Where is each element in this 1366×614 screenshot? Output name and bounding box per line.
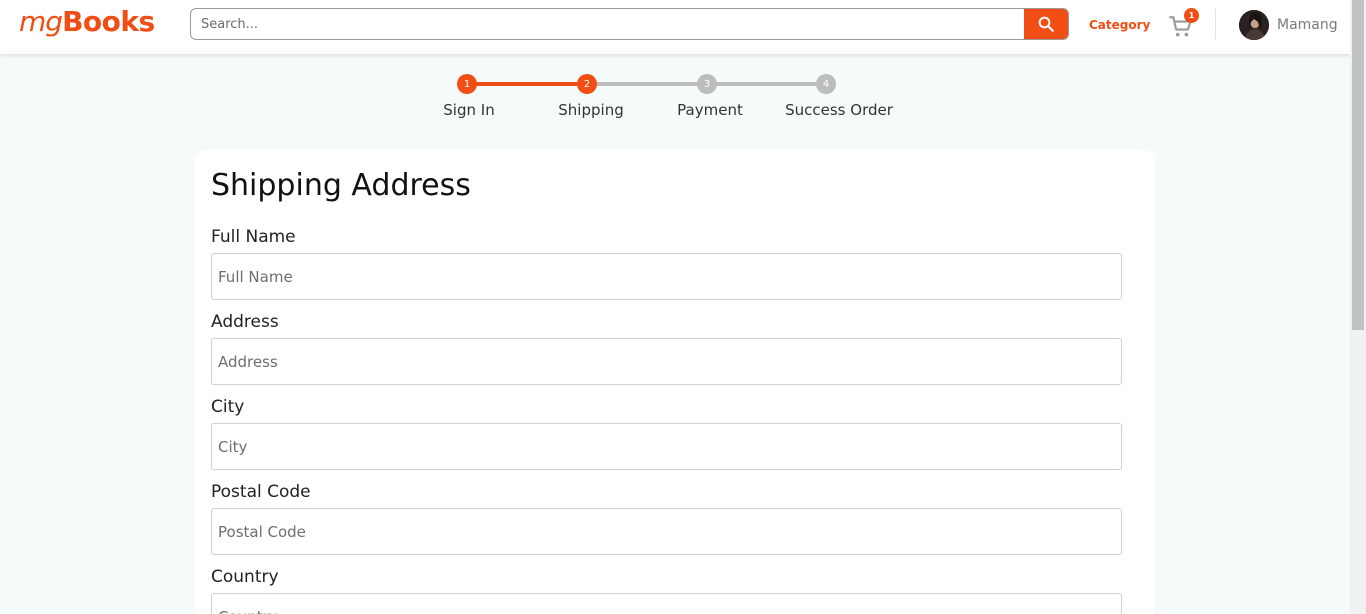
city-label: City (211, 397, 245, 417)
full-name-input[interactable] (211, 253, 1122, 300)
country-input[interactable] (211, 593, 1122, 614)
step-dot-sign-in: 1 (457, 74, 477, 94)
step-label-payment: Payment (677, 101, 743, 119)
step-number: 2 (583, 78, 591, 90)
full-name-label: Full Name (211, 227, 296, 247)
checkout-stepper: 1 2 3 4 Sign In Shipping Payment Success… (0, 0, 1350, 130)
postal-code-label: Postal Code (211, 482, 311, 502)
page-scrollbar[interactable] (1350, 0, 1366, 614)
step-number: 1 (463, 78, 471, 90)
step-connector-2 (588, 82, 708, 86)
step-connector-1 (470, 82, 588, 86)
step-label-success-order: Success Order (785, 101, 893, 119)
page-title: Shipping Address (211, 168, 471, 203)
step-dot-success-order: 4 (816, 74, 836, 94)
step-connector-3 (708, 82, 827, 86)
step-label-sign-in: Sign In (443, 101, 495, 119)
step-number: 4 (822, 78, 830, 90)
step-dot-shipping: 2 (577, 74, 597, 94)
shipping-form-card: Shipping Address Full Name Address City … (195, 149, 1155, 614)
address-label: Address (211, 312, 279, 332)
country-label: Country (211, 567, 279, 587)
city-input[interactable] (211, 423, 1122, 470)
step-label-shipping: Shipping (558, 101, 624, 119)
postal-code-input[interactable] (211, 508, 1122, 555)
scrollbar-thumb[interactable] (1352, 0, 1364, 330)
step-dot-payment: 3 (697, 74, 717, 94)
step-number: 3 (703, 78, 711, 90)
address-input[interactable] (211, 338, 1122, 385)
